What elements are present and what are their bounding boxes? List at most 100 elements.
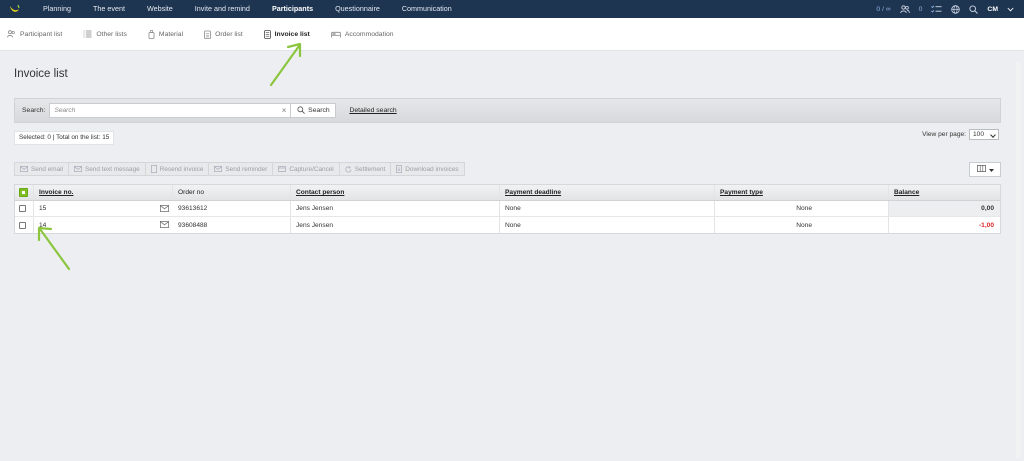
capture-cancel-button[interactable]: Capture/Cancel [272, 162, 340, 176]
nav-invite-and-remind[interactable]: Invite and remind [184, 0, 261, 18]
nav-planning[interactable]: Planning [32, 0, 82, 18]
envelope-icon[interactable] [160, 221, 169, 230]
contact-person-cell: Jens Jensen [291, 201, 500, 216]
action-toolbar: Send email Send text message Resend invo… [14, 162, 465, 176]
download-invoices-label: Download invoices [405, 165, 459, 173]
header-payment-deadline[interactable]: Payment deadline [500, 185, 715, 200]
header-label: Contact person [296, 189, 345, 196]
tab-label: Accommodation [344, 30, 394, 38]
invoice-no: 15 [39, 205, 47, 212]
nav-website[interactable]: Website [136, 0, 184, 18]
row-checkbox[interactable] [19, 205, 26, 212]
tab-material[interactable]: Material [148, 29, 184, 39]
bottle-icon [148, 29, 155, 39]
scrollbar[interactable] [1016, 62, 1021, 458]
header-contact-person[interactable]: Contact person [291, 185, 500, 200]
row-checkbox[interactable] [19, 221, 26, 229]
settlement-label: Settlement [354, 165, 386, 173]
resend-invoice-button[interactable]: Resend invoice [144, 162, 210, 176]
send-reminder-button[interactable]: Send reminder [208, 162, 274, 176]
selection-summary: Selected: 0 | Total on the list: 15 [14, 131, 115, 145]
table-row[interactable]: 14 93608488 Jens Jensen None None -1,00 [15, 217, 1000, 233]
balance-cell: -1,00 [978, 221, 994, 229]
send-email-button[interactable]: Send email [14, 162, 69, 176]
send-email-label: Send email [31, 165, 63, 173]
send-text-message-button[interactable]: Send text message [67, 162, 146, 176]
search-icon[interactable] [969, 4, 979, 14]
search-bar: Search: Search × Search Detailed search [14, 98, 1001, 123]
tab-label: Material [158, 30, 184, 38]
envelope-icon[interactable] [160, 205, 169, 214]
search-button-label: Search [308, 107, 330, 114]
header-label: Invoice no. [39, 189, 74, 196]
clipboard-icon [204, 30, 211, 39]
select-all-cell [15, 185, 34, 200]
tab-other-lists[interactable]: Other lists [83, 30, 127, 38]
top-navigation: Planning The event Website Invite and re… [0, 0, 1024, 18]
list-icon [83, 30, 92, 38]
globe-icon[interactable] [951, 4, 961, 14]
chevron-down-icon[interactable] [1007, 7, 1014, 12]
app-logo[interactable] [8, 3, 20, 15]
checklist-icon[interactable] [931, 5, 942, 14]
row-select-cell [15, 201, 34, 216]
header-payment-type[interactable]: Payment type [715, 185, 889, 200]
nav-participants[interactable]: Participants [261, 0, 324, 18]
annotation-arrow-invoice-tab [269, 42, 302, 87]
header-label: Balance [894, 189, 920, 196]
magnifier-icon [297, 105, 306, 116]
detailed-search-link[interactable]: Detailed search [349, 107, 396, 114]
clear-icon[interactable]: × [282, 104, 287, 117]
users-icon[interactable] [899, 4, 910, 14]
header-label: Payment deadline [505, 189, 562, 196]
header-label: Payment type [720, 189, 763, 196]
participant-counter: 0 / ∞ [876, 5, 891, 13]
caret-down-icon [988, 165, 994, 174]
user-menu[interactable]: CM [987, 6, 998, 13]
search-button[interactable]: Search [291, 103, 337, 118]
order-no-cell: 93608488 [173, 217, 291, 233]
tab-accommodation[interactable]: Accommodation [331, 30, 394, 38]
message-icon [74, 166, 82, 172]
nav-questionnaire[interactable]: Questionnaire [324, 0, 391, 18]
tab-participant-list[interactable]: Participant list [7, 30, 62, 38]
search-input[interactable]: Search × [49, 103, 292, 118]
search-label: Search: [22, 107, 46, 114]
user-initials: CM [987, 5, 998, 13]
tab-label: Participant list [20, 30, 63, 38]
payment-type-cell: None [715, 201, 889, 216]
envelope-icon [214, 166, 223, 172]
view-per-page-select[interactable]: 100 [969, 129, 999, 140]
contact-person-cell: Jens Jensen [291, 217, 500, 233]
send-reminder-label: Send reminder [225, 165, 268, 173]
header-balance[interactable]: Balance [889, 185, 1000, 200]
task-counter: 0 [918, 5, 923, 13]
bed-icon [331, 30, 341, 38]
download-icon [396, 165, 403, 173]
page-title: Invoice list [14, 68, 68, 80]
header-invoice-no[interactable]: Invoice no. [34, 185, 173, 200]
tab-label: Other lists [96, 30, 127, 38]
download-invoices-button[interactable]: Download invoices [390, 162, 465, 176]
table-row[interactable]: 15 93613612 Jens Jensen None None 0,00 [15, 201, 1000, 217]
select-all-checkbox[interactable] [19, 188, 28, 197]
resend-invoice-label: Resend invoice [159, 165, 204, 173]
payment-type-cell: None [715, 217, 889, 233]
nav-communication[interactable]: Communication [391, 0, 463, 18]
tab-label: Order list [215, 30, 243, 38]
nav-the-event[interactable]: The event [82, 0, 136, 18]
order-no-cell: 93613612 [173, 201, 291, 216]
invoice-icon [263, 29, 271, 39]
column-picker-button[interactable] [969, 162, 1001, 177]
tab-label: Invoice list [274, 30, 310, 38]
document-icon [150, 165, 157, 173]
columns-icon [976, 165, 986, 174]
sub-navigation: Participant list Other lists Material Or… [0, 18, 1024, 51]
invoice-no-cell[interactable]: 15 [34, 201, 173, 216]
capture-cancel-label: Capture/Cancel [289, 165, 334, 173]
tab-invoice-list[interactable]: Invoice list [263, 29, 310, 39]
invoice-table: Invoice no. Order no Contact person Paym… [14, 184, 1001, 234]
tab-order-list[interactable]: Order list [204, 30, 243, 39]
settlement-button[interactable]: Settlement [338, 162, 392, 176]
table-header: Invoice no. Order no Contact person Paym… [15, 185, 1000, 201]
